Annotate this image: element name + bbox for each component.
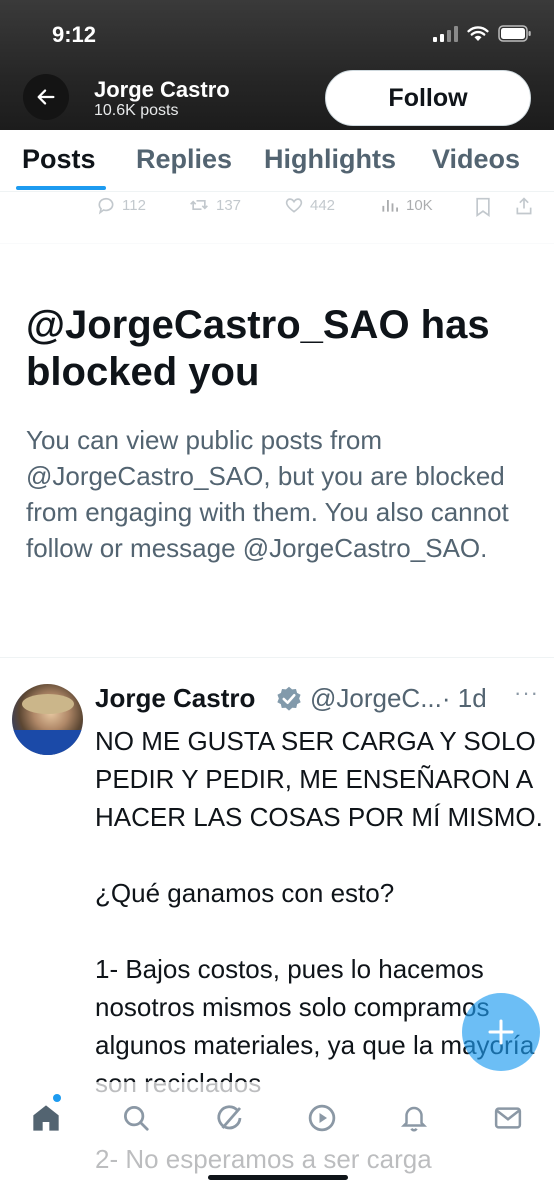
views-action[interactable]: 10K (380, 195, 433, 215)
nav-search[interactable] (118, 1100, 154, 1136)
tab-videos[interactable]: Videos (432, 144, 520, 175)
active-tab-indicator (16, 186, 106, 190)
verified-badge-icon (277, 686, 301, 711)
blocked-title: @JorgeCastro_SAO has blocked you (26, 303, 490, 394)
bottom-nav (0, 1082, 554, 1200)
messages-icon (494, 1107, 522, 1129)
tweet-handle-time[interactable]: @JorgeC...· 1d (310, 683, 487, 714)
tab-highlights[interactable]: Highlights (264, 144, 396, 175)
faded-tweet-actions: 112 137 442 10K (0, 192, 554, 244)
compose-button[interactable] (462, 993, 540, 1071)
arrow-left-icon (37, 89, 55, 105)
avatar[interactable] (12, 684, 83, 755)
profile-tabs: Posts Replies Highlights Videos (0, 130, 554, 192)
nav-home[interactable] (28, 1100, 64, 1136)
views-icon (382, 200, 398, 212)
views-count: 10K (406, 196, 433, 214)
home-notification-dot (53, 1094, 61, 1102)
reply-count: 112 (122, 196, 146, 214)
repost-action[interactable]: 137 (188, 195, 241, 215)
status-time: 9:12 (52, 22, 97, 47)
signal-icon (433, 25, 458, 42)
nav-messages[interactable] (490, 1100, 526, 1136)
tweet-handle: @JorgeC... (310, 683, 442, 713)
more-options-icon[interactable]: ··· (514, 680, 539, 706)
repost-count: 137 (216, 196, 242, 214)
profile-header: 9:12 Jorge Castro 10.6K posts Follow (0, 0, 554, 130)
tab-posts[interactable]: Posts (22, 144, 96, 175)
wifi-icon (467, 25, 489, 41)
blocked-description: You can view public posts from @JorgeCas… (26, 425, 509, 563)
section-divider (0, 657, 554, 658)
share-icon[interactable] (514, 196, 534, 216)
status-bar: 9:12 (0, 0, 554, 68)
tweet-author-name[interactable]: Jorge Castro (95, 683, 255, 714)
header-name: Jorge Castro (94, 77, 230, 102)
reply-action[interactable]: 112 (96, 195, 146, 215)
status-icons (433, 25, 532, 42)
notifications-icon (400, 1106, 428, 1132)
follow-button[interactable]: Follow (325, 70, 531, 126)
battery-icon (498, 25, 531, 42)
header-posts-count: 10.6K posts (94, 102, 179, 119)
nav-grok[interactable] (212, 1100, 248, 1136)
plus-icon (488, 1019, 514, 1045)
home-indicator (208, 1175, 348, 1180)
grok-icon (217, 1105, 242, 1130)
home-icon (33, 1105, 59, 1131)
tab-replies[interactable]: Replies (136, 144, 232, 175)
nav-notifications[interactable] (396, 1100, 432, 1136)
nav-video[interactable] (304, 1100, 340, 1136)
heart-icon (285, 198, 303, 213)
like-count: 442 (310, 196, 336, 214)
reply-icon (98, 197, 114, 215)
video-icon (308, 1104, 336, 1132)
repost-icon (190, 200, 208, 210)
like-action[interactable]: 442 (284, 195, 335, 215)
search-icon (124, 1106, 149, 1131)
back-button[interactable] (23, 74, 69, 120)
tweet-time: · 1d (441, 683, 487, 713)
bookmark-icon[interactable] (474, 197, 492, 217)
